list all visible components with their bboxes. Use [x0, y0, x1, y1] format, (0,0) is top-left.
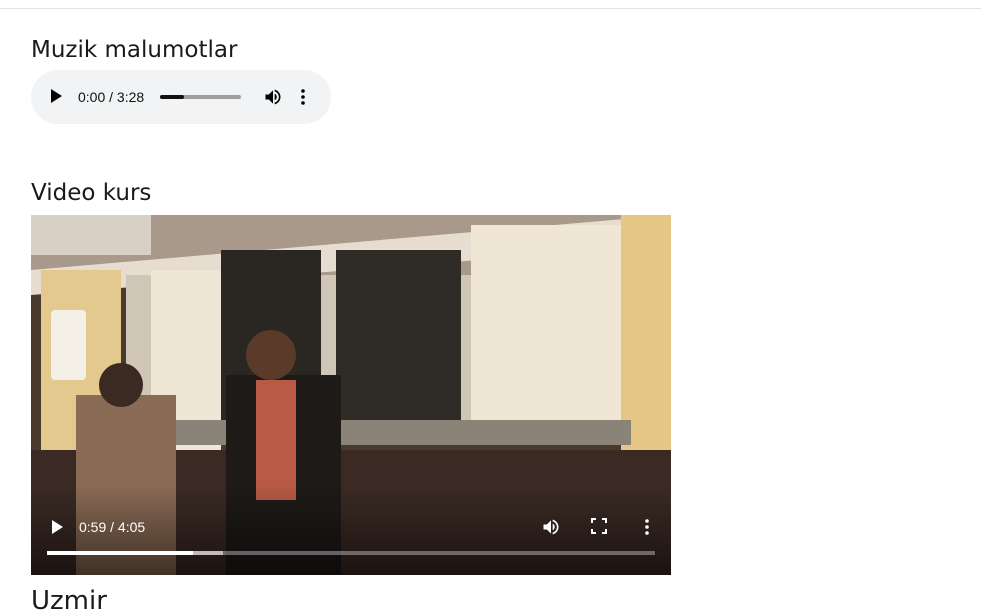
- audio-seek-bar[interactable]: [160, 95, 241, 99]
- video-player[interactable]: 0:59 / 4:05: [31, 215, 671, 575]
- next-section-title: Uzmir: [31, 586, 107, 616]
- video-more-options-icon[interactable]: [643, 517, 651, 537]
- audio-progress-fill: [160, 95, 185, 99]
- audio-more-options-icon[interactable]: [299, 87, 307, 107]
- video-progress-fill: [47, 551, 193, 555]
- video-play-icon[interactable]: [52, 520, 63, 534]
- video-section-title: Video kurs: [31, 180, 152, 206]
- top-divider: [0, 8, 981, 9]
- audio-time: 0:00 / 3:28: [78, 89, 145, 105]
- audio-player[interactable]: 0:00 / 3:28: [31, 70, 331, 124]
- music-section-title: Muzik malumotlar: [31, 37, 238, 63]
- audio-volume-icon[interactable]: [263, 87, 283, 107]
- video-seek-bar[interactable]: [47, 551, 655, 555]
- audio-play-icon[interactable]: [51, 89, 62, 103]
- video-time: 0:59 / 4:05: [79, 519, 146, 535]
- video-volume-icon[interactable]: [541, 517, 561, 537]
- video-fullscreen-icon[interactable]: [591, 518, 607, 534]
